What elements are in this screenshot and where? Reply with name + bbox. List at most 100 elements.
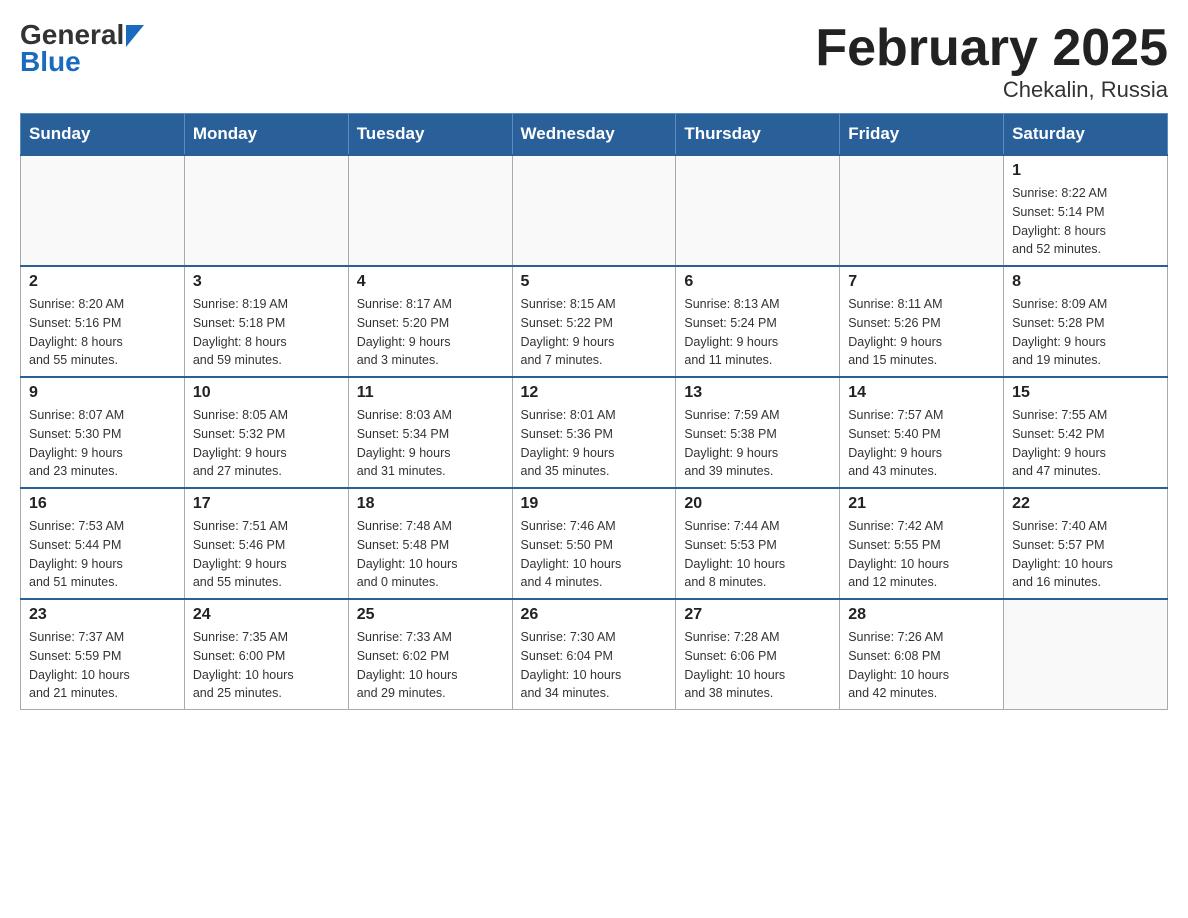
- day-number: 18: [357, 495, 504, 513]
- day-number: 20: [684, 495, 831, 513]
- day-info: Sunrise: 7:55 AM Sunset: 5:42 PM Dayligh…: [1012, 406, 1159, 481]
- day-info: Sunrise: 8:17 AM Sunset: 5:20 PM Dayligh…: [357, 295, 504, 370]
- day-number: 15: [1012, 384, 1159, 402]
- day-number: 25: [357, 606, 504, 624]
- calendar-week-row: 1 Sunrise: 8:22 AM Sunset: 5:14 PM Daylig…: [21, 155, 1168, 266]
- day-number: 12: [521, 384, 668, 402]
- day-info: Sunrise: 7:33 AM Sunset: 6:02 PM Dayligh…: [357, 628, 504, 703]
- table-row: 7 Sunrise: 8:11 AM Sunset: 5:26 PM Daylig…: [840, 266, 1004, 377]
- day-number: 17: [193, 495, 340, 513]
- title-block: February 2025 Chekalin, Russia: [815, 20, 1168, 103]
- day-info: Sunrise: 7:53 AM Sunset: 5:44 PM Dayligh…: [29, 517, 176, 592]
- table-row: 5 Sunrise: 8:15 AM Sunset: 5:22 PM Daylig…: [512, 266, 676, 377]
- day-info: Sunrise: 8:13 AM Sunset: 5:24 PM Dayligh…: [684, 295, 831, 370]
- table-row: 25 Sunrise: 7:33 AM Sunset: 6:02 PM Dayli…: [348, 599, 512, 710]
- day-number: 19: [521, 495, 668, 513]
- calendar-table: Sunday Monday Tuesday Wednesday Thursday…: [20, 113, 1168, 710]
- day-number: 7: [848, 273, 995, 291]
- day-number: 5: [521, 273, 668, 291]
- page-header: General Blue February 2025 Chekalin, Rus…: [20, 20, 1168, 103]
- col-thursday: Thursday: [676, 114, 840, 156]
- table-row: [512, 155, 676, 266]
- day-number: 4: [357, 273, 504, 291]
- table-row: [21, 155, 185, 266]
- table-row: 1 Sunrise: 8:22 AM Sunset: 5:14 PM Daylig…: [1004, 155, 1168, 266]
- day-number: 13: [684, 384, 831, 402]
- logo: General Blue: [20, 20, 144, 78]
- month-title: February 2025: [815, 20, 1168, 77]
- day-info: Sunrise: 8:03 AM Sunset: 5:34 PM Dayligh…: [357, 406, 504, 481]
- location: Chekalin, Russia: [815, 77, 1168, 103]
- day-number: 6: [684, 273, 831, 291]
- table-row: 3Sunrise: 8:19 AM Sunset: 5:18 PM Daylig…: [184, 266, 348, 377]
- day-info: Sunrise: 8:22 AM Sunset: 5:14 PM Dayligh…: [1012, 184, 1159, 259]
- day-info: Sunrise: 8:19 AM Sunset: 5:18 PM Dayligh…: [193, 295, 340, 370]
- calendar-week-row: 2 Sunrise: 8:20 AM Sunset: 5:16 PM Daylig…: [21, 266, 1168, 377]
- day-info: Sunrise: 7:30 AM Sunset: 6:04 PM Dayligh…: [521, 628, 668, 703]
- day-number: 24: [193, 606, 340, 624]
- table-row: 18 Sunrise: 7:48 AM Sunset: 5:48 PM Dayli…: [348, 488, 512, 599]
- calendar-week-row: 23Sunrise: 7:37 AM Sunset: 5:59 PM Dayli…: [21, 599, 1168, 710]
- table-row: 24 Sunrise: 7:35 AM Sunset: 6:00 PM Dayli…: [184, 599, 348, 710]
- day-info: Sunrise: 7:26 AM Sunset: 6:08 PM Dayligh…: [848, 628, 995, 703]
- table-row: [184, 155, 348, 266]
- day-info: Sunrise: 7:28 AM Sunset: 6:06 PM Dayligh…: [684, 628, 831, 703]
- table-row: [1004, 599, 1168, 710]
- col-tuesday: Tuesday: [348, 114, 512, 156]
- day-info: Sunrise: 8:05 AM Sunset: 5:32 PM Dayligh…: [193, 406, 340, 481]
- calendar-header-row: Sunday Monday Tuesday Wednesday Thursday…: [21, 114, 1168, 156]
- calendar-week-row: 16 Sunrise: 7:53 AM Sunset: 5:44 PM Dayli…: [21, 488, 1168, 599]
- col-sunday: Sunday: [21, 114, 185, 156]
- table-row: 15 Sunrise: 7:55 AM Sunset: 5:42 PM Dayli…: [1004, 377, 1168, 488]
- day-number: 11: [357, 384, 504, 402]
- day-number: 21: [848, 495, 995, 513]
- day-info: Sunrise: 7:46 AM Sunset: 5:50 PM Dayligh…: [521, 517, 668, 592]
- table-row: 6 Sunrise: 8:13 AM Sunset: 5:24 PM Daylig…: [676, 266, 840, 377]
- table-row: 19 Sunrise: 7:46 AM Sunset: 5:50 PM Dayli…: [512, 488, 676, 599]
- table-row: 4 Sunrise: 8:17 AM Sunset: 5:20 PM Daylig…: [348, 266, 512, 377]
- table-row: 27 Sunrise: 7:28 AM Sunset: 6:06 PM Dayli…: [676, 599, 840, 710]
- day-info: Sunrise: 7:42 AM Sunset: 5:55 PM Dayligh…: [848, 517, 995, 592]
- day-info: Sunrise: 7:48 AM Sunset: 5:48 PM Dayligh…: [357, 517, 504, 592]
- day-number: 16: [29, 495, 176, 513]
- col-monday: Monday: [184, 114, 348, 156]
- table-row: 9 Sunrise: 8:07 AM Sunset: 5:30 PM Daylig…: [21, 377, 185, 488]
- day-number: 10: [193, 384, 340, 402]
- table-row: 14 Sunrise: 7:57 AM Sunset: 5:40 PM Dayli…: [840, 377, 1004, 488]
- table-row: 20Sunrise: 7:44 AM Sunset: 5:53 PM Dayli…: [676, 488, 840, 599]
- day-info: Sunrise: 7:59 AM Sunset: 5:38 PM Dayligh…: [684, 406, 831, 481]
- table-row: 16 Sunrise: 7:53 AM Sunset: 5:44 PM Dayli…: [21, 488, 185, 599]
- day-number: 9: [29, 384, 176, 402]
- table-row: 22Sunrise: 7:40 AM Sunset: 5:57 PM Dayli…: [1004, 488, 1168, 599]
- day-number: 28: [848, 606, 995, 624]
- col-wednesday: Wednesday: [512, 114, 676, 156]
- day-info: Sunrise: 8:09 AM Sunset: 5:28 PM Dayligh…: [1012, 295, 1159, 370]
- day-info: Sunrise: 7:57 AM Sunset: 5:40 PM Dayligh…: [848, 406, 995, 481]
- table-row: 13 Sunrise: 7:59 AM Sunset: 5:38 PM Dayli…: [676, 377, 840, 488]
- day-number: 27: [684, 606, 831, 624]
- table-row: 2 Sunrise: 8:20 AM Sunset: 5:16 PM Daylig…: [21, 266, 185, 377]
- col-friday: Friday: [840, 114, 1004, 156]
- table-row: 12Sunrise: 8:01 AM Sunset: 5:36 PM Dayli…: [512, 377, 676, 488]
- day-info: Sunrise: 8:20 AM Sunset: 5:16 PM Dayligh…: [29, 295, 176, 370]
- table-row: [840, 155, 1004, 266]
- table-row: 8 Sunrise: 8:09 AM Sunset: 5:28 PM Daylig…: [1004, 266, 1168, 377]
- table-row: 11 Sunrise: 8:03 AM Sunset: 5:34 PM Dayli…: [348, 377, 512, 488]
- col-saturday: Saturday: [1004, 114, 1168, 156]
- logo-blue: Blue: [20, 47, 144, 78]
- table-row: 28 Sunrise: 7:26 AM Sunset: 6:08 PM Dayli…: [840, 599, 1004, 710]
- table-row: 26Sunrise: 7:30 AM Sunset: 6:04 PM Dayli…: [512, 599, 676, 710]
- table-row: 21 Sunrise: 7:42 AM Sunset: 5:55 PM Dayli…: [840, 488, 1004, 599]
- day-info: Sunrise: 8:15 AM Sunset: 5:22 PM Dayligh…: [521, 295, 668, 370]
- day-number: 2: [29, 273, 176, 291]
- day-info: Sunrise: 8:11 AM Sunset: 5:26 PM Dayligh…: [848, 295, 995, 370]
- day-number: 1: [1012, 162, 1159, 180]
- day-info: Sunrise: 7:37 AM Sunset: 5:59 PM Dayligh…: [29, 628, 176, 703]
- day-info: Sunrise: 7:35 AM Sunset: 6:00 PM Dayligh…: [193, 628, 340, 703]
- calendar-week-row: 9 Sunrise: 8:07 AM Sunset: 5:30 PM Daylig…: [21, 377, 1168, 488]
- day-info: Sunrise: 8:07 AM Sunset: 5:30 PM Dayligh…: [29, 406, 176, 481]
- day-number: 14: [848, 384, 995, 402]
- day-number: 8: [1012, 273, 1159, 291]
- logo-triangle-icon: [126, 25, 144, 47]
- day-number: 22: [1012, 495, 1159, 513]
